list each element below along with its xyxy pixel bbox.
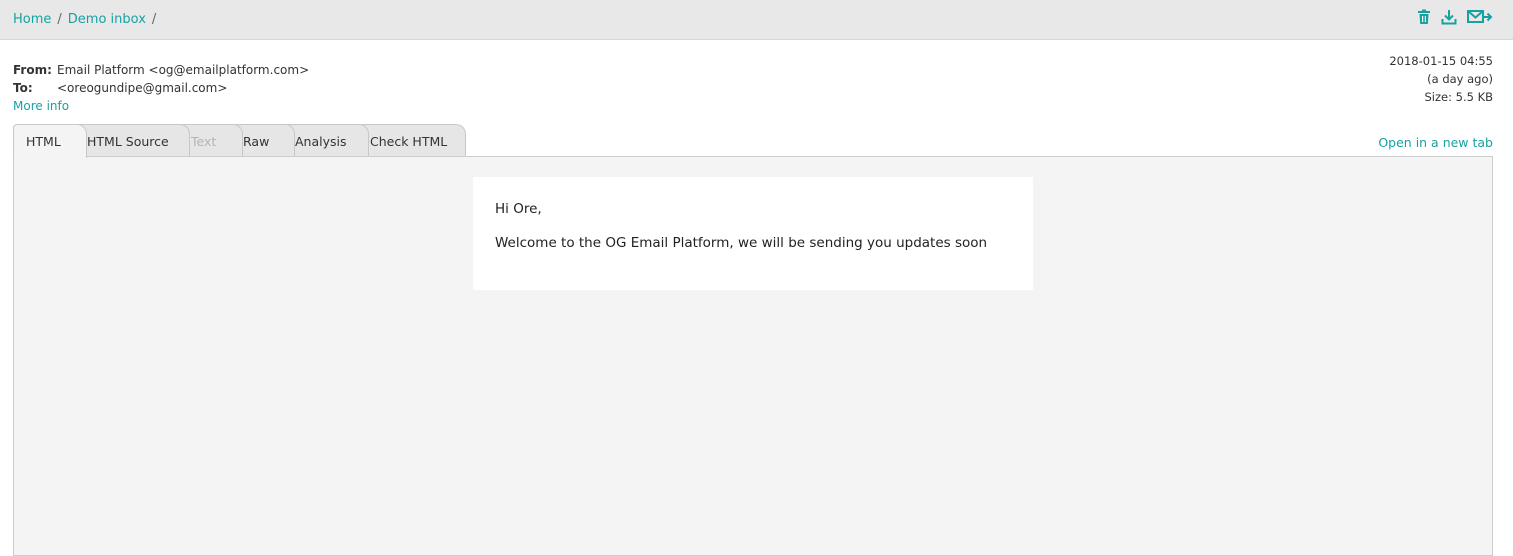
to-value: <oreogundipe@gmail.com> <box>57 81 228 95</box>
forward-mail-icon[interactable] <box>1467 9 1493 25</box>
message-actions <box>1417 9 1493 25</box>
tab-check-html[interactable]: Check HTML <box>357 124 466 156</box>
download-icon[interactable] <box>1441 9 1457 25</box>
from-row: From: Email Platform <og@emailplatform.co… <box>13 61 309 79</box>
message-size: Size: 5.5 KB <box>1424 90 1493 104</box>
html-preview-panel: Hi Ore, Welcome to the OG Email Platform… <box>13 156 1493 556</box>
message-date: 2018-01-15 04:55 <box>1389 54 1493 68</box>
breadcrumb-separator: / <box>57 12 62 27</box>
top-bar: Home / Demo inbox / <box>0 0 1513 40</box>
tab-analysis[interactable]: Analysis <box>282 124 369 156</box>
tab-html[interactable]: HTML <box>13 124 87 158</box>
breadcrumb: Home / Demo inbox / <box>13 12 162 27</box>
to-label: To: <box>13 81 33 95</box>
message-header: From: Email Platform <og@emailplatform.co… <box>13 61 309 115</box>
from-label: From: <box>13 63 52 77</box>
email-greeting: Hi Ore, <box>495 201 542 217</box>
more-info-row: More info <box>13 97 309 115</box>
message-relative-date: (a day ago) <box>1427 72 1493 86</box>
to-row: To: <oreogundipe@gmail.com> <box>13 79 309 97</box>
breadcrumb-home-link[interactable]: Home <box>13 12 51 27</box>
open-in-new-tab-link[interactable]: Open in a new tab <box>1378 135 1493 150</box>
email-text: Welcome to the OG Email Platform, we wil… <box>495 235 988 251</box>
breadcrumb-separator: / <box>151 12 157 27</box>
tab-html-source[interactable]: HTML Source <box>74 124 190 156</box>
breadcrumb-inbox-link[interactable]: Demo inbox <box>68 12 146 27</box>
more-info-link[interactable]: More info <box>13 99 69 113</box>
from-value: Email Platform <og@emailplatform.com> <box>57 63 310 77</box>
message-details: 2018-01-15 04:55 (a day ago) Size: 5.5 K… <box>1389 52 1493 106</box>
email-body: Hi Ore, Welcome to the OG Email Platform… <box>473 177 1033 290</box>
trash-icon[interactable] <box>1417 9 1431 25</box>
